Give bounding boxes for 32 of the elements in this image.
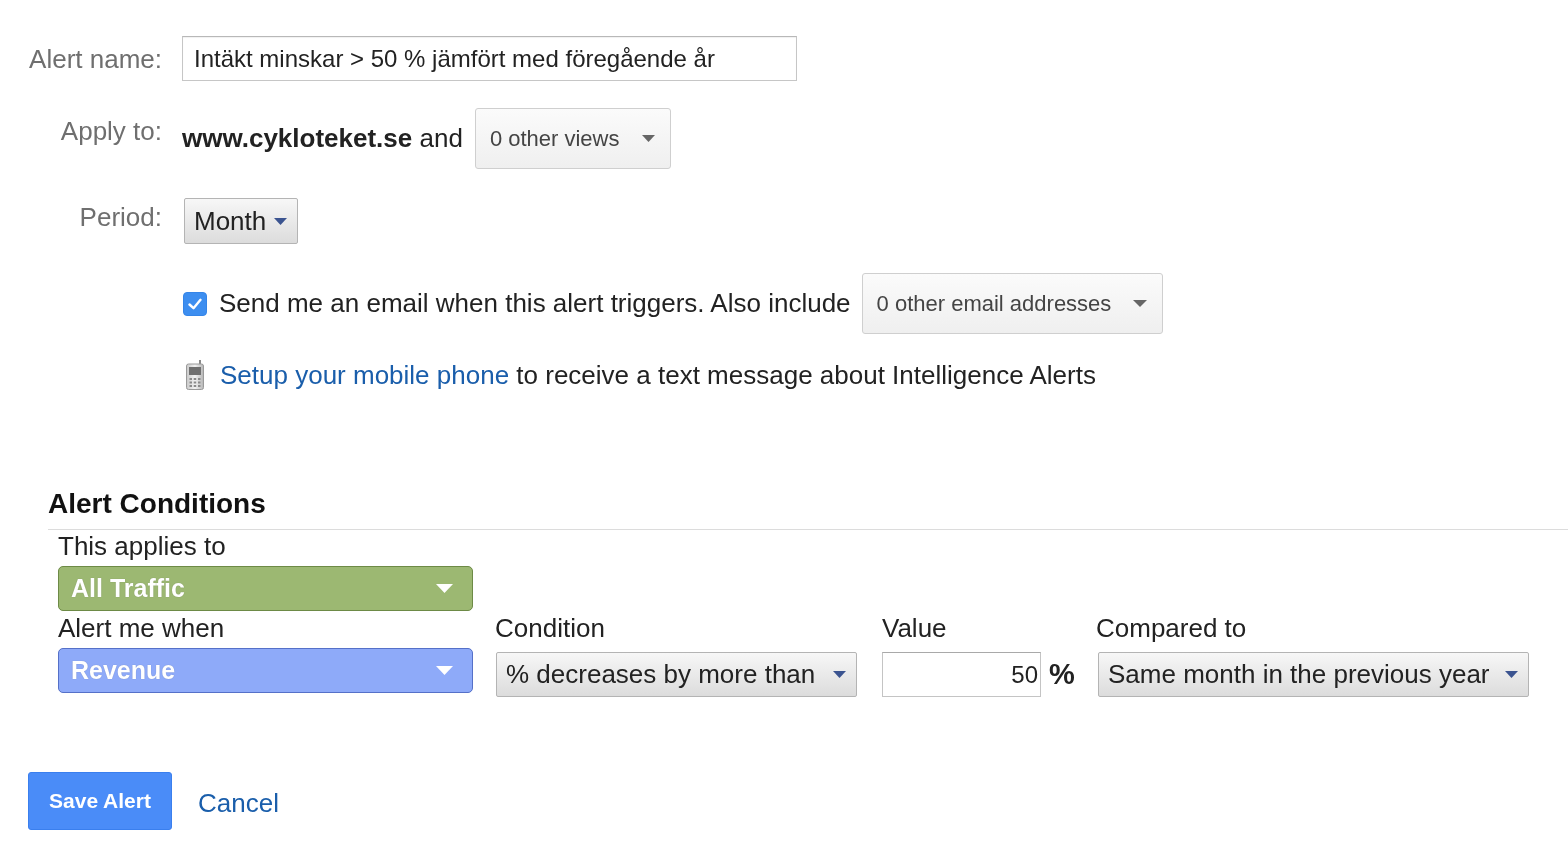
site-name-text: www.cykloteket.se and [182,123,463,154]
field-label: This applies to [58,532,226,560]
field-label: Alert me when [58,614,225,642]
mobile-setup-text: Setup your mobile phone to receive a text message about Intelligence Alerts [220,359,1096,391]
condition-dropdown[interactable]: % decreases by more than [496,652,857,697]
unit-text: % [1049,658,1075,691]
mobile-phone-icon [186,360,204,390]
caret-icon [436,666,453,675]
field-label: Period: [79,202,162,232]
caret-icon [1133,300,1148,307]
caret-icon [641,135,655,142]
email-checkbox[interactable] [183,291,207,316]
period-dropdown[interactable]: Month [184,198,299,244]
section-title: Alert Conditions [48,487,266,521]
value-field[interactable]: 50 [882,652,1041,697]
caret-icon [274,217,288,225]
field-label: Apply to: [60,116,162,146]
caret-icon [436,584,453,593]
email-option-text: Send me an email when this alert triggers. Also include [219,288,851,319]
email-addresses-dropdown[interactable]: 0 other email addresses [861,273,1164,334]
field-label: Value [882,614,947,642]
check-icon [188,297,202,310]
field-label: Compared to [1096,614,1247,642]
caret-icon [833,671,846,678]
alert-name-field[interactable]: Intäkt minskar > 50 % jämfört med föregående år [182,36,797,81]
compared-to-dropdown[interactable]: Same month in the previous year [1098,652,1529,697]
caret-icon [1505,671,1518,678]
cancel-link[interactable]: Cancel [198,788,279,819]
field-label: Condition [495,614,605,642]
field-label: Alert name: [29,43,162,74]
views-dropdown[interactable]: 0 other views [474,108,671,169]
setup-mobile-link[interactable]: Setup your mobile phone [220,359,510,390]
